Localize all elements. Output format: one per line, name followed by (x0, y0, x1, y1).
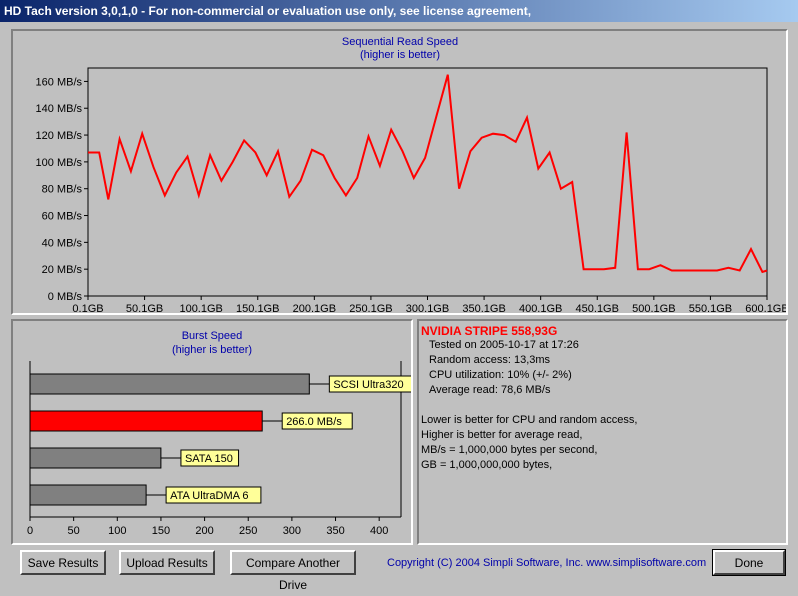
seq-xtick-label: 400.1GB (519, 303, 562, 313)
note-avg: Higher is better for average read, (421, 429, 583, 441)
seq-xtick-label: 500.1GB (632, 303, 675, 313)
seq-ytick-label: 100 MB/s (36, 157, 83, 169)
drive-info-panel: NVIDIA STRIPE 558,93G Tested on 2005-10-… (417, 319, 788, 545)
burst-xtick-label: 100 (108, 525, 126, 537)
seq-xtick-label: 300.1GB (406, 303, 449, 313)
seq-xtick-label: 450.1GB (576, 303, 619, 313)
seq-ytick-label: 160 MB/s (36, 76, 83, 88)
burst-xtick-label: 300 (283, 525, 301, 537)
done-button[interactable]: Done (712, 549, 786, 576)
burst-xtick-label: 150 (152, 525, 170, 537)
seq-xtick-label: 150.1GB (236, 303, 279, 313)
compare-drive-button[interactable]: Compare Another Drive (230, 550, 356, 592)
burst-bar-label: SCSI Ultra320 (333, 379, 403, 391)
burst-bar-label: SATA 150 (185, 453, 233, 465)
random-access: Random access: 13,3ms (429, 354, 551, 366)
burst-xtick-label: 200 (195, 525, 213, 537)
cpu-utilization: CPU utilization: 10% (+/- 2%) (429, 369, 572, 381)
burst-chart-title: Burst Speed (182, 330, 243, 342)
seq-xtick-label: 0.1GB (72, 303, 103, 313)
burst-xtick-label: 50 (68, 525, 80, 537)
upload-results-button[interactable]: Upload Results (119, 550, 215, 575)
seq-xtick-label: 600.1GB (745, 303, 786, 313)
seq-xtick-label: 100.1GB (179, 303, 222, 313)
note-gb: GB = 1,000,000,000 bytes, (421, 459, 553, 471)
sequential-chart-panel: Sequential Read Speed (higher is better)… (11, 29, 788, 315)
note-cpu: Lower is better for CPU and random acces… (421, 414, 638, 426)
seq-chart-title: Sequential Read Speed (342, 36, 458, 48)
seq-plot-area (87, 67, 768, 297)
burst-bar (29, 447, 162, 469)
seq-xtick-label: 50.1GB (126, 303, 163, 313)
seq-xtick-label: 550.1GB (689, 303, 732, 313)
burst-xtick-label: 400 (370, 525, 388, 537)
burst-bar (29, 373, 310, 395)
sequential-read-chart: Sequential Read Speed (higher is better)… (36, 36, 786, 313)
seq-ytick-label: 140 MB/s (36, 103, 83, 115)
burst-xtick-label: 250 (239, 525, 257, 537)
test-date: Tested on 2005-10-17 at 17:26 (429, 339, 579, 351)
note-mbs: MB/s = 1,000,000 bytes per second, (421, 444, 598, 456)
seq-xtick-label: 200.1GB (293, 303, 336, 313)
seq-ytick-label: 60 MB/s (42, 211, 83, 223)
drive-name: NVIDIA STRIPE 558,93G (421, 324, 558, 338)
burst-chart-subtitle: (higher is better) (172, 344, 252, 356)
window-title: HD Tach version 3,0,1,0 - For non-commer… (0, 0, 798, 22)
burst-xtick-label: 0 (27, 525, 33, 537)
burst-chart-panel: Burst Speed (higher is better) SCSI Ultr… (11, 319, 413, 545)
save-results-button[interactable]: Save Results (20, 550, 106, 575)
burst-bar-label: ATA UltraDMA 6 (170, 490, 248, 502)
burst-xtick-label: 350 (326, 525, 344, 537)
seq-chart-subtitle: (higher is better) (360, 49, 440, 61)
burst-speed-chart: Burst Speed (higher is better) SCSI Ultr… (27, 330, 411, 537)
burst-bar-label: 266.0 MB/s (286, 416, 342, 428)
seq-ytick-label: 80 MB/s (42, 184, 83, 196)
seq-ytick-label: 40 MB/s (42, 237, 83, 249)
seq-ytick-label: 120 MB/s (36, 130, 83, 142)
copyright-text: Copyright (C) 2004 Simpli Software, Inc.… (387, 557, 707, 569)
burst-bar (29, 410, 263, 432)
seq-ytick-label: 20 MB/s (42, 264, 83, 276)
average-read: Average read: 78,6 MB/s (429, 384, 551, 396)
seq-xtick-label: 350.1GB (462, 303, 505, 313)
seq-xtick-label: 250.1GB (349, 303, 392, 313)
burst-bar (29, 484, 147, 506)
seq-ytick-label: 0 MB/s (48, 291, 83, 303)
